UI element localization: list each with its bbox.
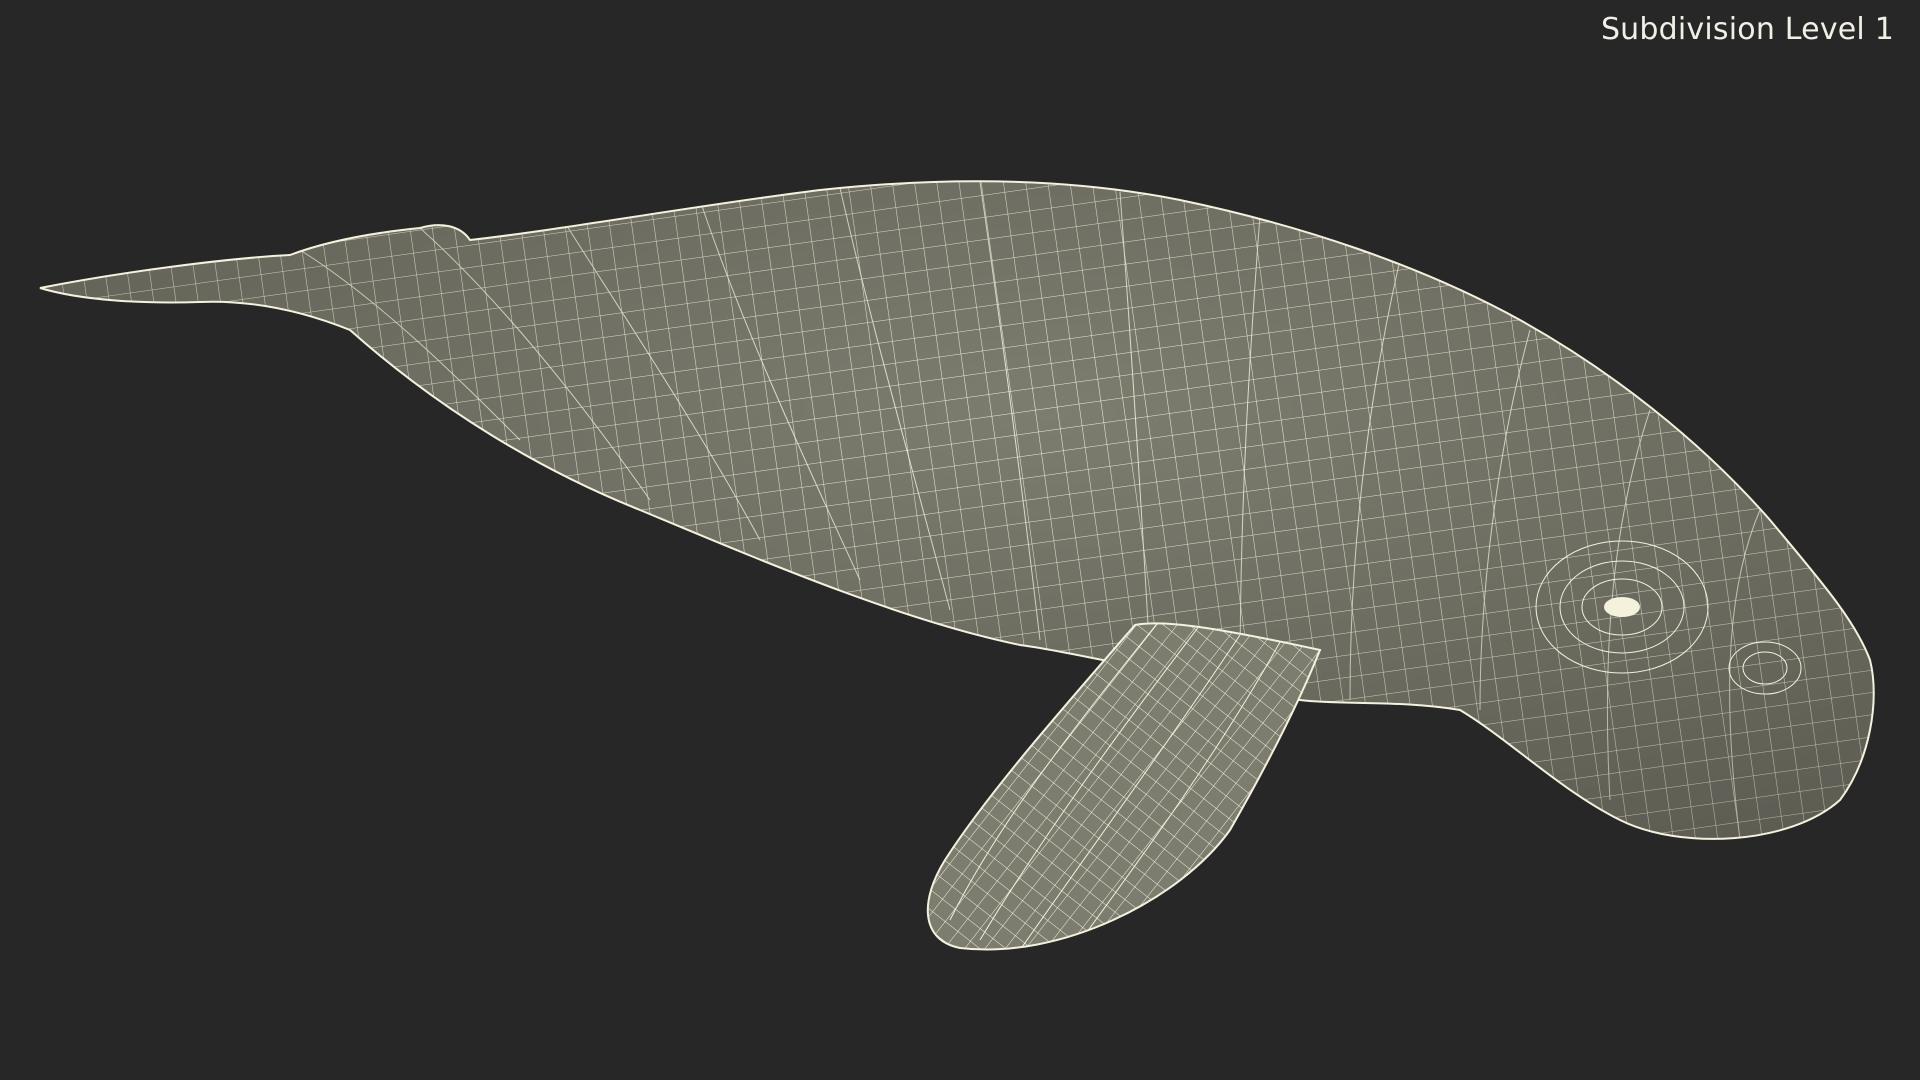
dugong-wireframe-model <box>39 180 1875 951</box>
dugong-flipper-mesh <box>926 622 1322 951</box>
3d-viewport[interactable]: Subdivision Level 1 <box>0 0 1920 1080</box>
dugong-body-mesh <box>39 180 1875 840</box>
